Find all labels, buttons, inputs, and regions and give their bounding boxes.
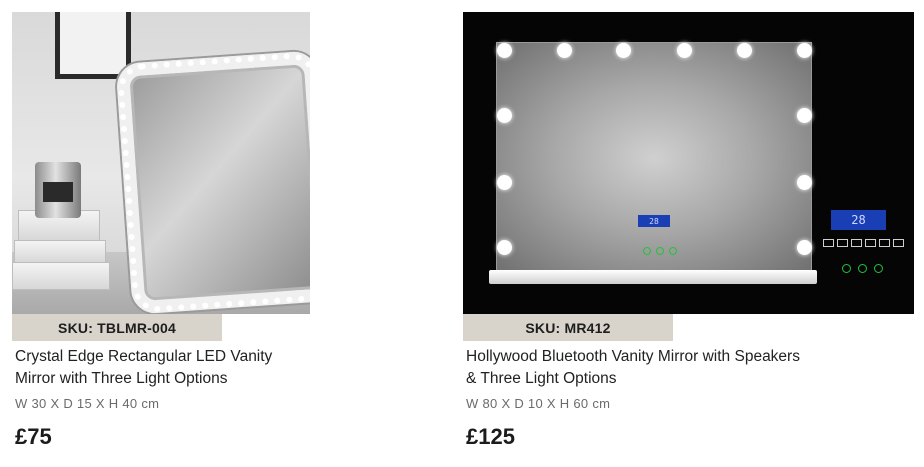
bulb-icon xyxy=(616,43,631,58)
product-image[interactable]: 28 28 xyxy=(463,12,914,314)
product-title-line[interactable]: & Three Light Options xyxy=(466,370,617,387)
mirror-shelf xyxy=(489,270,817,284)
sku-badge: SKU: TBLMR-004 xyxy=(12,314,222,341)
detail-clock-display: 28 xyxy=(831,210,886,230)
control-icon xyxy=(865,239,876,247)
background-picture-frame xyxy=(55,12,131,79)
clock-digits: 28 xyxy=(851,213,866,227)
bulb-icon xyxy=(497,175,512,190)
candle-label xyxy=(43,182,73,202)
mirrored-box xyxy=(14,240,106,264)
bulb-icon xyxy=(497,108,512,123)
hollywood-mirror: 28 xyxy=(496,42,812,274)
touch-button-icon xyxy=(874,264,883,273)
product-dimensions: W 30 X D 15 X H 40 cm xyxy=(15,396,160,411)
touch-button-icon xyxy=(669,247,677,255)
product-card[interactable]: 28 28 SKU: MR412 Hollywood Bluetooth Van… xyxy=(463,12,914,449)
touch-button-icon xyxy=(858,264,867,273)
control-icon xyxy=(893,239,904,247)
crystal-edge xyxy=(116,51,310,314)
product-title[interactable]: Crystal Edge Rectangular LED Vanity Mirr… xyxy=(15,346,455,390)
product-title-line[interactable]: Hollywood Bluetooth Vanity Mirror with S… xyxy=(466,348,800,365)
mirror-touch-buttons xyxy=(643,247,677,255)
bulb-icon xyxy=(797,108,812,123)
control-icon xyxy=(837,239,848,247)
product-dimensions: W 80 X D 10 X H 60 cm xyxy=(466,396,611,411)
bulb-icon xyxy=(737,43,752,58)
bulb-icon xyxy=(497,240,512,255)
crystal-mirror xyxy=(115,50,310,314)
touch-button-icon xyxy=(643,247,651,255)
bulb-icon xyxy=(797,240,812,255)
clock-digits: 28 xyxy=(649,216,659,226)
mirrored-box xyxy=(12,262,110,290)
control-icon xyxy=(823,239,834,247)
mirror-clock-display: 28 xyxy=(638,215,670,227)
bulb-icon xyxy=(557,43,572,58)
product-price: £125 xyxy=(466,424,515,449)
control-icon xyxy=(851,239,862,247)
product-price: £75 xyxy=(15,424,52,449)
product-image[interactable] xyxy=(12,12,310,314)
bulb-icon xyxy=(677,43,692,58)
product-title[interactable]: Hollywood Bluetooth Vanity Mirror with S… xyxy=(466,346,906,390)
product-title-line[interactable]: Mirror with Three Light Options xyxy=(15,370,228,387)
bulb-icon xyxy=(497,43,512,58)
detail-icon-row xyxy=(823,239,904,247)
touch-button-icon xyxy=(842,264,851,273)
control-icon xyxy=(879,239,890,247)
detail-touch-buttons xyxy=(842,264,883,273)
sku-badge: SKU: MR412 xyxy=(463,314,673,341)
touch-button-icon xyxy=(656,247,664,255)
bulb-icon xyxy=(797,175,812,190)
product-title-line[interactable]: Crystal Edge Rectangular LED Vanity xyxy=(15,348,272,365)
product-card[interactable]: SKU: TBLMR-004 Crystal Edge Rectangular … xyxy=(12,12,310,449)
bulb-icon xyxy=(797,43,812,58)
